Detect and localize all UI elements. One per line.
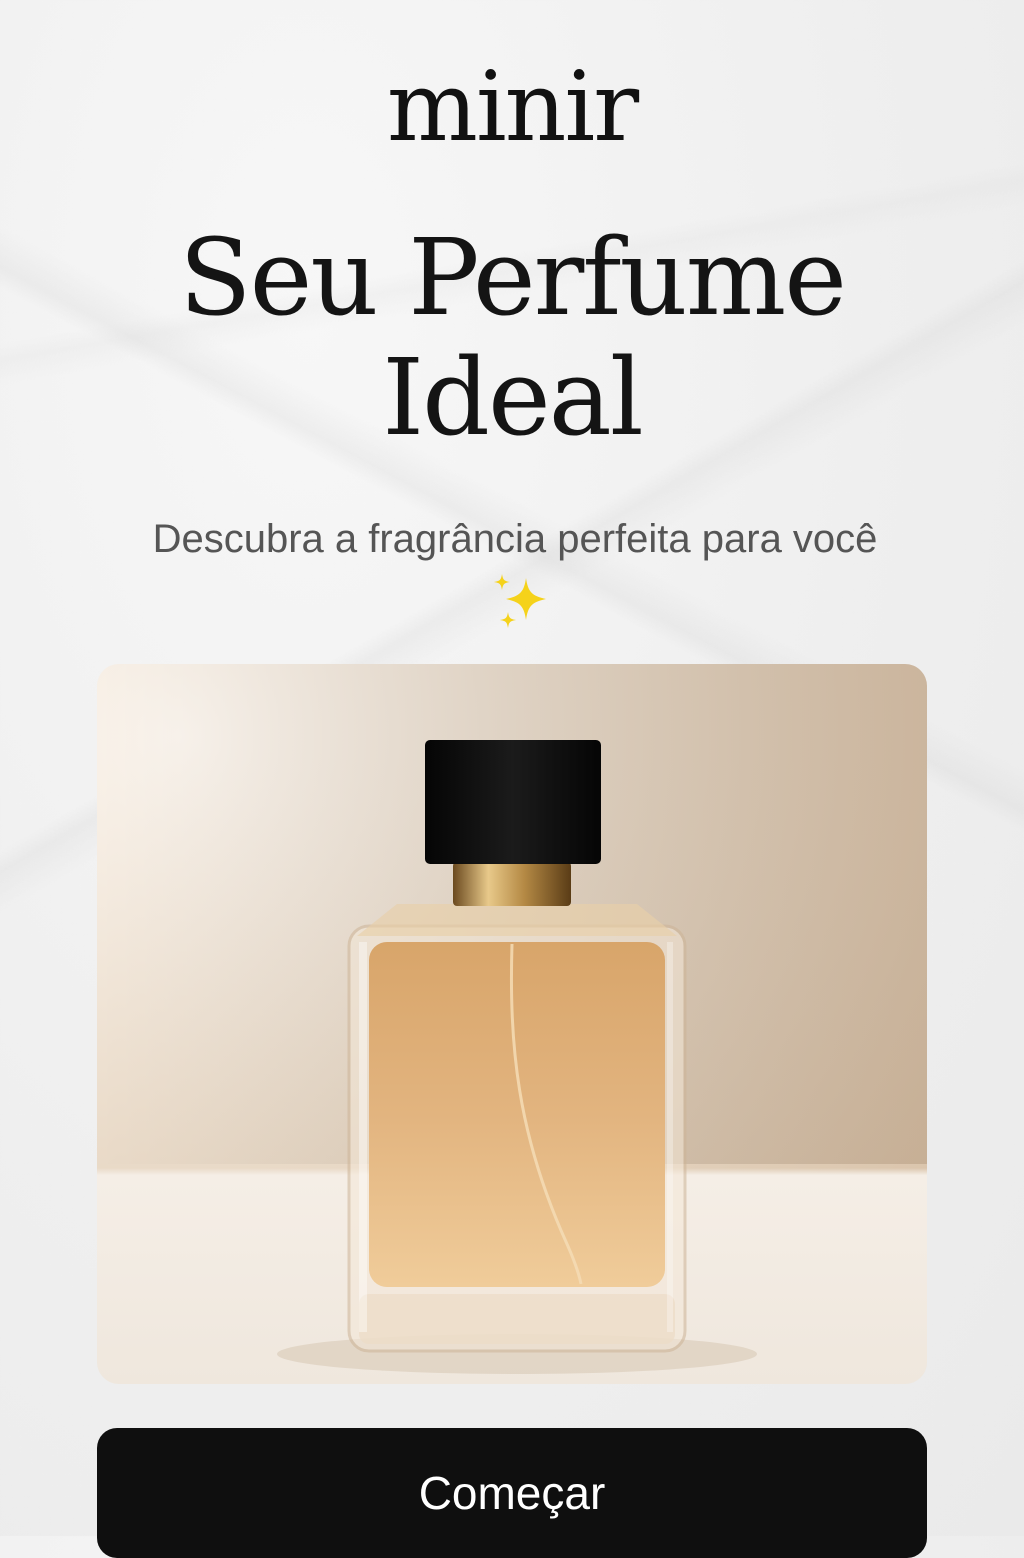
perfume-product-image xyxy=(97,664,927,1384)
page-subtitle: Descubra a fragrância perfeita para você xyxy=(152,517,878,561)
start-button[interactable]: Começar xyxy=(97,1428,927,1558)
brand-logo: minir xyxy=(386,51,639,163)
perfume-bottle-icon xyxy=(97,664,927,1374)
page-title-line-1: Seu Perfume xyxy=(178,216,847,339)
sparkles-icon xyxy=(488,572,558,636)
page-title-line-2: Ideal xyxy=(382,336,644,459)
page-title: Seu Perfume Ideal xyxy=(0,218,1024,458)
